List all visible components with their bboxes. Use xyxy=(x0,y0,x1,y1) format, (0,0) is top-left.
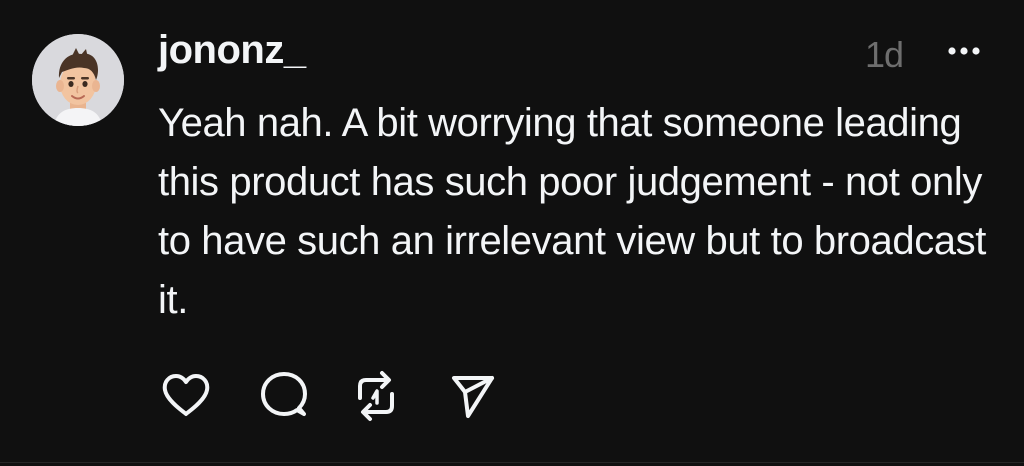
thread-post: jononz_ 1d Yeah nah. A bit worrying that… xyxy=(0,0,1024,466)
like-button[interactable] xyxy=(158,368,214,424)
send-icon xyxy=(452,376,494,418)
more-horizontal-icon[interactable] xyxy=(944,36,984,66)
reply-button[interactable] xyxy=(256,368,312,424)
post-text: Yeah nah. A bit worrying that someone le… xyxy=(158,101,986,322)
heart-icon xyxy=(162,374,210,416)
repost-icon xyxy=(358,371,394,421)
share-button[interactable] xyxy=(444,368,500,424)
memoji-avatar-icon xyxy=(32,34,124,126)
repost-button[interactable] xyxy=(348,368,404,424)
timestamp: 1d xyxy=(865,34,904,75)
divider xyxy=(0,462,1024,463)
comment-icon xyxy=(261,372,307,416)
avatar[interactable] xyxy=(32,34,124,126)
username[interactable]: jononz_ xyxy=(158,28,306,73)
